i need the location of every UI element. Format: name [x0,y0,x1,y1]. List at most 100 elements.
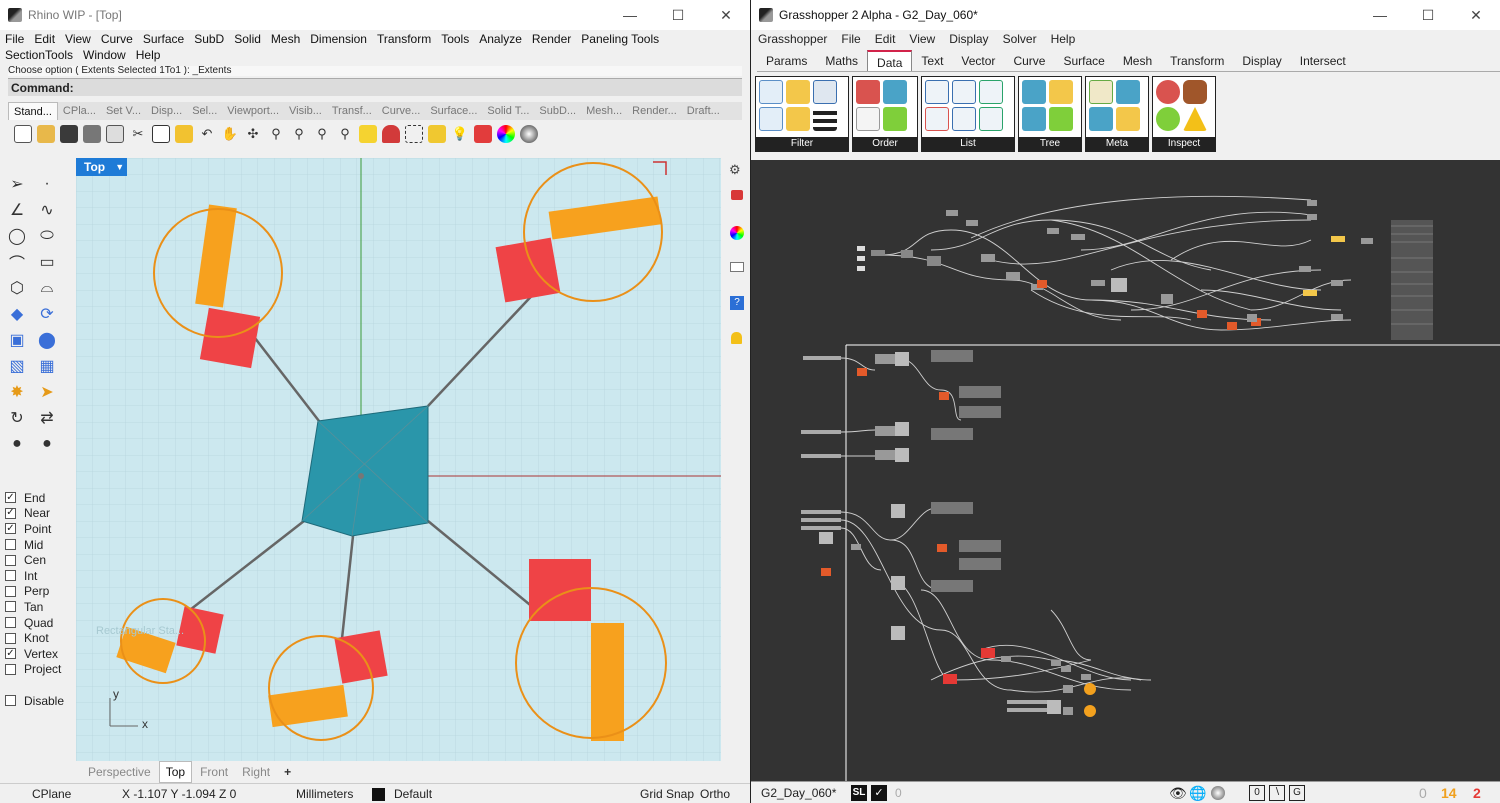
car-icon[interactable] [382,125,400,143]
sub-list-icon[interactable] [979,107,1003,131]
name-tag-icon[interactable] [1089,107,1113,131]
gh-status-check-icon[interactable]: ✓ [871,785,887,801]
gh-tab-vector[interactable]: Vector [952,50,1004,71]
minimize-icon[interactable]: — [606,0,654,30]
rotate-view-icon[interactable]: ✣ [244,125,262,143]
notes-icon[interactable] [731,332,742,344]
osnap-cen[interactable]: Cen [2,552,74,568]
sweep-icon[interactable]: ⟳ [36,304,58,324]
render-icon[interactable] [520,125,538,143]
toolbar-tab-set-view[interactable]: Set V... [101,102,146,120]
shift-list-icon[interactable] [925,107,949,131]
gh-tab-text[interactable]: Text [912,50,952,71]
more-tools-icon[interactable]: ● [36,434,58,454]
undo-icon[interactable]: ↶ [198,125,216,143]
viewport-label[interactable]: Top ▼ [76,158,128,176]
arc-icon[interactable]: ⌒ [6,252,28,273]
osnap-perp-checkbox[interactable] [5,585,16,597]
fillet-icon[interactable]: ⌓ [36,278,58,298]
rectangle-icon[interactable]: ▭ [36,252,58,272]
named-views-icon[interactable] [405,125,423,143]
color-wheel-icon[interactable] [497,125,515,143]
toolbar-tab-subd[interactable]: SubD... [534,102,581,120]
gh-tab-mesh[interactable]: Mesh [1114,50,1161,71]
menu-analyze[interactable]: Analyze [474,31,527,47]
save-icon[interactable] [60,125,78,143]
cull-pattern-icon[interactable] [813,107,837,131]
viewport-tab-perspective[interactable]: Perspective [82,762,157,782]
menu-solid[interactable]: Solid [229,31,266,47]
warning-icon[interactable] [1183,107,1207,131]
osnap-perp[interactable]: Perp [2,584,74,600]
osnap-mid[interactable]: Mid [2,537,74,553]
gh-tab-display[interactable]: Display [1233,50,1290,71]
close-icon[interactable]: ✕ [702,0,750,30]
help-icon[interactable]: ? [730,296,744,310]
gh-menu-edit[interactable]: Edit [868,30,903,48]
menu-curve[interactable]: Curve [96,31,138,47]
osnap-point-checkbox[interactable]: ✓ [5,523,16,535]
osnap-end-checkbox[interactable]: ✓ [5,492,16,504]
osnap-int-checkbox[interactable] [5,570,16,582]
viewport-menu-icon[interactable]: ▼ [115,158,124,176]
barrel-icon[interactable] [1183,80,1207,104]
osnap-disable-checkbox[interactable] [5,695,16,707]
dispatch-icon[interactable] [759,80,783,104]
gh-tab-maths[interactable]: Maths [816,50,867,71]
circle-icon[interactable]: ◯ [6,226,28,246]
menu-window[interactable]: Window [78,47,131,63]
simplify-tree-icon[interactable] [1022,107,1046,131]
top-viewport[interactable]: y x Rectangular Sta... Top ▼ [76,158,721,761]
curve-icon[interactable]: ∿ [36,200,58,220]
stream-filter-icon[interactable] [786,107,810,131]
list-item-icon[interactable] [925,80,949,104]
new-icon[interactable] [14,125,32,143]
sphere-icon[interactable]: ⬤ [36,330,58,350]
list-length-icon[interactable] [952,80,976,104]
graft-tree-icon[interactable] [1022,80,1046,104]
viewport-tab-right[interactable]: Right [236,762,276,782]
toolbar-tab-drafting[interactable]: Draft... [682,102,725,120]
gh-minimize-icon[interactable]: — [1356,0,1404,30]
sort-numbers-icon[interactable] [856,107,880,131]
gh-canvas[interactable] [751,160,1500,781]
gh-menu-grasshopper[interactable]: Grasshopper [751,30,834,48]
data-recorder-icon[interactable] [1116,80,1140,104]
toolbar-tab-render[interactable]: Render... [627,102,682,120]
split-list-icon[interactable] [952,107,976,131]
display-icon[interactable] [730,226,744,240]
toolbar-tab-viewport[interactable]: Viewport... [222,102,284,120]
menu-tools[interactable]: Tools [436,31,474,47]
add-viewport-button[interactable]: + [278,762,297,782]
explode-icon[interactable]: ✸ [6,382,28,402]
gh-menu-view[interactable]: View [902,30,942,48]
panel-component-icon[interactable] [1089,80,1113,104]
menu-file[interactable]: File [0,31,29,47]
command-prompt[interactable]: Command: [8,78,742,96]
osnap-disable[interactable]: Disable [2,693,74,709]
menu-render[interactable]: Render [527,31,576,47]
toolbar-tab-transform[interactable]: Transf... [327,102,377,120]
status-grid-snap[interactable]: Grid Snap [640,784,694,803]
gh-status-sl[interactable]: SL [851,785,867,801]
box-icon[interactable]: ▣ [6,330,28,350]
menu-dimension[interactable]: Dimension [305,31,372,47]
relay-icon[interactable] [1116,107,1140,131]
gh-menu-file[interactable]: File [834,30,867,48]
polyline-icon[interactable]: ∠ [6,200,28,220]
menu-edit[interactable]: Edit [29,31,60,47]
cylinder-icon[interactable]: ▧ [6,356,28,376]
gate-icon[interactable] [786,80,810,104]
surface-icon[interactable]: ◆ [6,304,28,324]
magnifier-icon[interactable] [1156,107,1180,131]
gh-menu-display[interactable]: Display [942,30,995,48]
menu-help[interactable]: Help [131,47,166,63]
zoom-extents-icon[interactable]: ⚲ [290,125,308,143]
mesh-icon[interactable]: ▦ [36,356,58,376]
gear-icon[interactable]: ⚙ [729,162,741,178]
data-inspect-icon[interactable] [1156,80,1180,104]
join-icon[interactable]: ➤ [36,382,58,402]
osnap-project[interactable]: Project [2,662,74,678]
status-units[interactable]: Millimeters [296,784,353,803]
status-cplane[interactable]: CPlane [32,784,71,803]
